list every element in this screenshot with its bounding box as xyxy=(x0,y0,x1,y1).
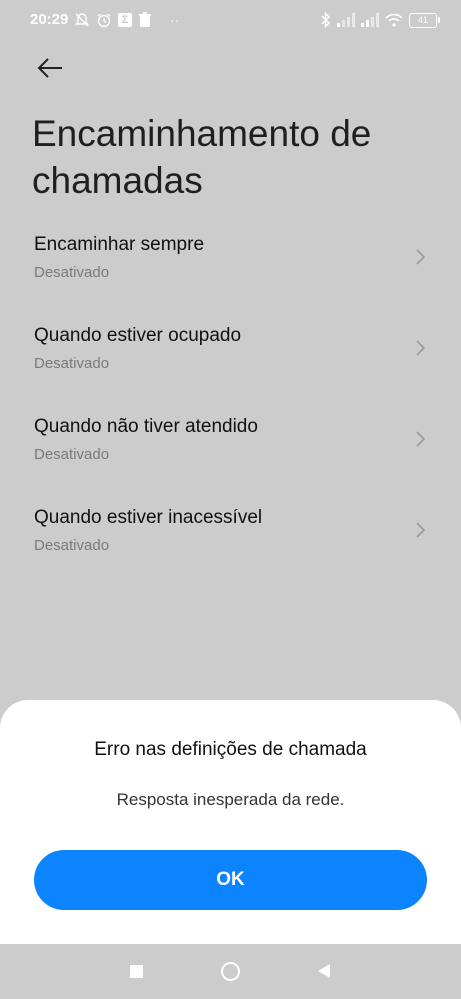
option-status: Desativado xyxy=(34,264,110,281)
forwarding-options-list: Encaminhar sempre Desativado Quando esti… xyxy=(0,222,461,586)
alarm-icon xyxy=(96,12,112,28)
chevron-right-icon xyxy=(416,249,426,265)
option-always-forward[interactable]: Encaminhar sempre Desativado xyxy=(0,222,461,313)
option-when-unreachable[interactable]: Quando estiver inacessível Desativado xyxy=(0,495,461,586)
battery-icon: 41 xyxy=(409,12,440,28)
back-button[interactable] xyxy=(36,54,64,82)
more-dots-icon: ·· xyxy=(170,12,180,28)
chevron-right-icon xyxy=(416,431,426,447)
ok-button[interactable]: OK xyxy=(34,850,427,910)
navigation-bar xyxy=(0,944,461,999)
recents-icon[interactable] xyxy=(130,965,143,978)
status-icons-right: 41 xyxy=(321,11,440,29)
dialog-message: Resposta inesperada da rede. xyxy=(116,790,345,809)
trash-icon xyxy=(138,12,152,28)
mute-icon xyxy=(74,12,90,28)
status-time: 20:29 xyxy=(30,11,69,28)
signal-icon xyxy=(361,13,379,27)
option-label: Quando estiver inacessível xyxy=(34,507,263,528)
sigma-icon: Σ xyxy=(118,13,132,27)
option-label: Quando estiver ocupado xyxy=(34,325,242,346)
home-icon[interactable] xyxy=(221,962,240,981)
page-title: Encaminhamento de chamadas xyxy=(32,113,372,201)
error-dialog: Erro nas definições de chamada Resposta … xyxy=(0,700,461,944)
option-label: Quando não tiver atendido xyxy=(34,416,258,437)
dialog-title: Erro nas definições de chamada xyxy=(94,739,367,760)
option-status: Desativado xyxy=(34,446,110,463)
chevron-right-icon xyxy=(416,522,426,538)
option-label: Encaminhar sempre xyxy=(34,234,205,255)
chevron-right-icon xyxy=(416,340,426,356)
wifi-icon xyxy=(385,13,403,27)
nav-back-icon[interactable] xyxy=(318,964,330,978)
back-arrow-icon xyxy=(37,58,62,78)
option-when-unanswered[interactable]: Quando não tiver atendido Desativado xyxy=(0,404,461,495)
option-status: Desativado xyxy=(34,355,110,372)
signal-icon xyxy=(337,13,355,27)
bluetooth-icon xyxy=(321,12,331,28)
status-icons-left: Σ ·· xyxy=(74,11,179,29)
option-status: Desativado xyxy=(34,537,110,554)
status-bar: 20:29 Σ ·· 41 xyxy=(0,0,461,40)
option-when-busy[interactable]: Quando estiver ocupado Desativado xyxy=(0,313,461,404)
